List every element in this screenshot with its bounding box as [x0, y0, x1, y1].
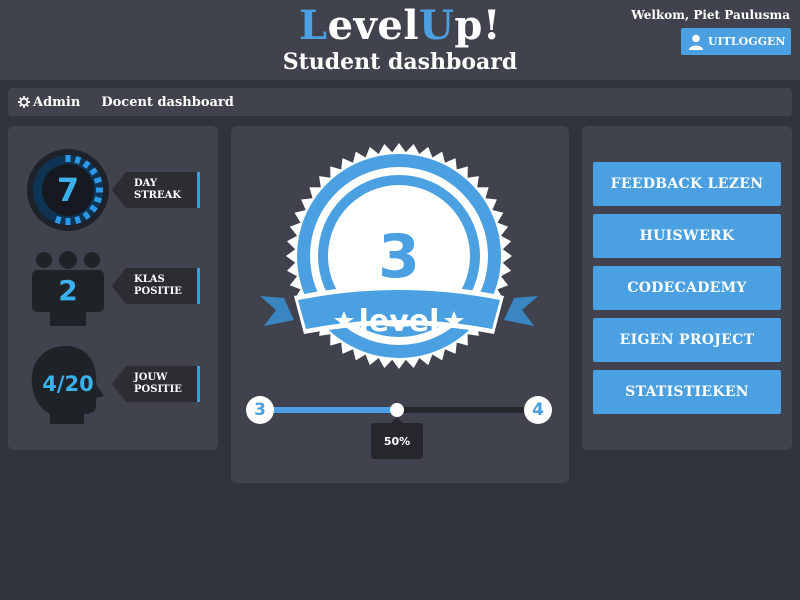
nav-bar: Admin Docent dashboard	[8, 88, 792, 116]
menu-panel: FEEDBACK LEZEN HUISWERK CODECADEMY EIGEN…	[582, 126, 792, 450]
class-position-stat: 2 KLAS POSITIE	[26, 244, 206, 328]
tag-line: DAY	[134, 178, 158, 189]
eigen-project-button[interactable]: EIGEN PROJECT	[593, 318, 781, 362]
class-position-value: 2	[58, 273, 78, 307]
level-from: 3	[246, 396, 274, 424]
logo-text: p!	[454, 2, 501, 49]
feedback-lezen-button[interactable]: FEEDBACK LEZEN	[593, 162, 781, 206]
day-streak-value: 7	[56, 171, 80, 209]
tag-line: JOUW	[134, 372, 168, 383]
own-position-stat: 4/20 JOUW POSITIE	[26, 342, 206, 426]
header: LevelUp! Student dashboard Welkom, Piet …	[0, 0, 800, 80]
level-progress-track	[396, 407, 538, 413]
level-label: level	[358, 304, 440, 339]
level-number: 3	[378, 222, 420, 292]
huiswerk-button[interactable]: HUISWERK	[593, 214, 781, 258]
codecademy-button[interactable]: CODECADEMY	[593, 266, 781, 310]
tag-line: POSITIE	[134, 286, 182, 297]
level-panel: 3 level 3 4 50%	[231, 126, 569, 483]
statistieken-button[interactable]: STATISTIEKEN	[593, 370, 781, 414]
day-streak-stat: 7 DAY STREAK	[26, 148, 206, 232]
level-progress-fill	[260, 407, 398, 413]
logo-text: evel	[327, 2, 420, 49]
stats-panel: 7 DAY STREAK 2 KLAS POSITIE 4/20 JOUW PO…	[8, 126, 218, 450]
level-to: 4	[524, 396, 552, 424]
logout-button[interactable]: UITLOGGEN	[681, 28, 791, 55]
level-progress-percent: 50%	[371, 417, 423, 459]
day-streak-label: DAY STREAK	[112, 172, 200, 208]
nav-item-docent-dashboard[interactable]: Docent dashboard	[101, 95, 234, 110]
logo-letter: L	[299, 2, 328, 49]
tag-line: KLAS	[134, 274, 165, 285]
welcome-text: Welkom, Piet Paulusma	[631, 8, 790, 22]
gear-icon	[18, 96, 30, 108]
level-progress-knob	[390, 403, 404, 417]
tag-line: STREAK	[134, 190, 182, 201]
own-position-value: 4/20	[42, 372, 94, 396]
tag-line: POSITIE	[134, 384, 182, 395]
page-title: Student dashboard	[282, 49, 518, 75]
nav-label-docent: Docent dashboard	[101, 94, 234, 110]
logo-letter: U	[419, 2, 455, 49]
class-position-label: KLAS POSITIE	[112, 268, 200, 304]
own-position-label: JOUW POSITIE	[112, 366, 200, 402]
user-icon	[689, 34, 703, 50]
nav-label-admin: Admin	[33, 94, 81, 110]
nav-item-admin[interactable]: Admin	[18, 95, 80, 110]
logout-label: UITLOGGEN	[708, 35, 786, 48]
